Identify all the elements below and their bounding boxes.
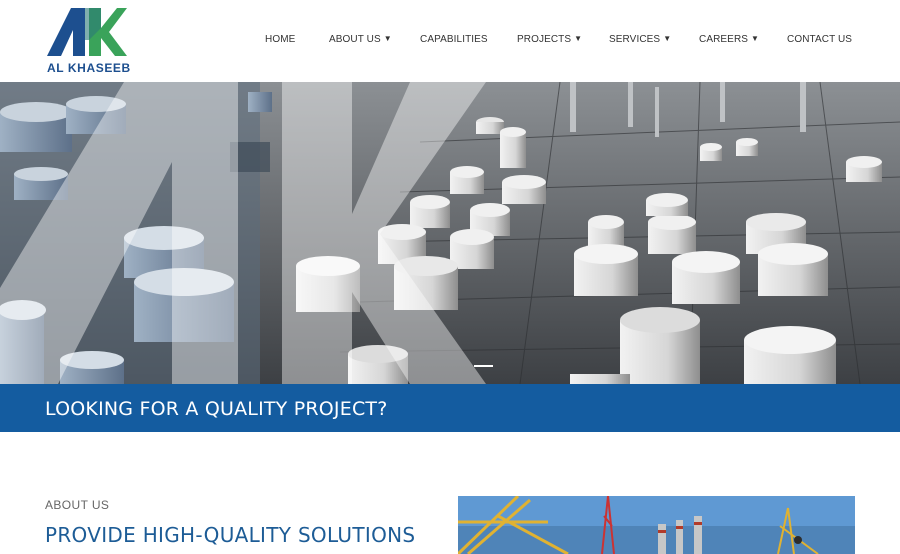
ak-logo-icon	[47, 8, 127, 56]
nav-capabilities-label: CAPABILITIES	[420, 34, 488, 45]
hero-slider	[0, 82, 900, 384]
nav-projects-label: PROJECTS	[517, 34, 572, 45]
site-header: AL KHASEEB HOME ABOUT US ▼ CAPABILITIES P…	[0, 0, 900, 82]
nav-services[interactable]: SERVICES ▼	[609, 34, 671, 45]
nav-careers-label: CAREERS	[699, 34, 749, 45]
refinery-photo	[0, 82, 900, 384]
chevron-down-icon: ▼	[663, 34, 672, 43]
nav-projects[interactable]: PROJECTS ▼	[517, 34, 582, 45]
nav-contact-us[interactable]: CONTACT US	[787, 34, 852, 45]
chevron-down-icon: ▼	[574, 34, 583, 43]
nav-services-label: SERVICES	[609, 34, 661, 45]
nav-about-us-label: ABOUT US	[329, 34, 381, 45]
nav-about-us[interactable]: ABOUT US ▼	[329, 34, 392, 45]
nav-capabilities[interactable]: CAPABILITIES	[420, 34, 488, 45]
nav-contact-us-label: CONTACT US	[787, 34, 853, 45]
chevron-down-icon: ▼	[751, 34, 760, 43]
hero-banner: LOOKING FOR A QUALITY PROJECT?	[0, 384, 900, 432]
about-heading: PROVIDE HIGH-QUALITY SOLUTIONS	[45, 523, 416, 547]
main-nav: HOME ABOUT US ▼ CAPABILITIES PROJECTS ▼ SE…	[0, 34, 900, 50]
chevron-down-icon: ▼	[383, 34, 392, 43]
brand-name: AL KHASEEB	[47, 61, 131, 75]
industrial-structure-photo	[458, 496, 855, 554]
slider-indicator[interactable]	[474, 365, 493, 367]
nav-home-label: HOME	[265, 34, 296, 45]
nav-home[interactable]: HOME	[265, 34, 295, 45]
banner-headline: LOOKING FOR A QUALITY PROJECT?	[45, 398, 388, 420]
industrial-photo-art	[458, 496, 855, 554]
about-section-label: ABOUT US	[45, 498, 110, 512]
nav-careers[interactable]: CAREERS ▼	[699, 34, 759, 45]
